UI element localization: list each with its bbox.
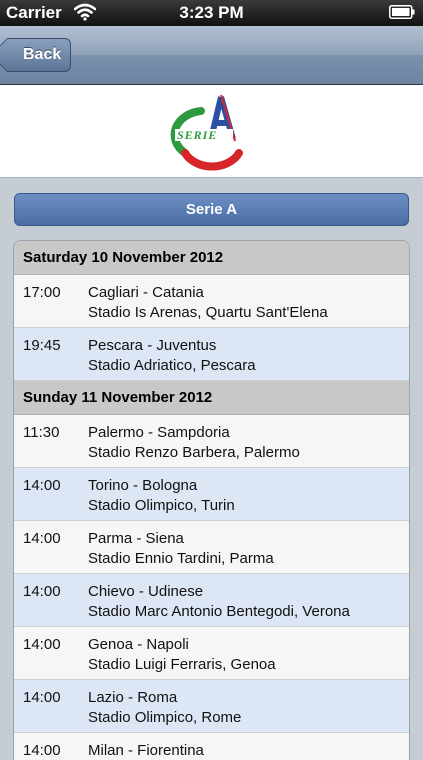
day-header: Saturday 10 November 2012: [14, 241, 409, 275]
match-teams: Parma - Siena: [88, 530, 184, 547]
match-time: 11:30: [23, 424, 60, 441]
svg-text:SERIE: SERIE: [177, 128, 217, 142]
match-time: 17:00: [23, 284, 61, 301]
match-venue: Stadio Luigi Ferraris, Genoa: [88, 656, 276, 673]
back-arrow-shape: [0, 38, 24, 72]
navigation-bar: Back: [0, 26, 423, 85]
match-row[interactable]: 14:00 Genoa - Napoli Stadio Luigi Ferrar…: [14, 627, 409, 680]
match-teams: Torino - Bologna: [88, 477, 198, 494]
match-time: 14:00: [23, 477, 61, 494]
match-time: 19:45: [23, 337, 61, 354]
match-venue: Stadio Olimpico, Turin: [88, 497, 235, 514]
match-teams: Palermo - Sampdoria: [88, 424, 230, 441]
match-venue: Stadio Marc Antonio Bentegodi, Verona: [88, 603, 350, 620]
battery-icon: [389, 5, 415, 19]
match-row[interactable]: 14:00 Lazio - Roma Stadio Olimpico, Rome: [14, 680, 409, 733]
match-schedule-list[interactable]: Saturday 10 November 2012 17:00 Cagliari…: [13, 240, 410, 760]
match-row[interactable]: 19:45 Pescara - Juventus Stadio Adriatic…: [14, 328, 409, 381]
day-header-label: Saturday 10 November 2012: [23, 249, 224, 266]
match-teams: Milan - Fiorentina: [88, 742, 204, 759]
match-row[interactable]: 14:00 Parma - Siena Stadio Ennio Tardini…: [14, 521, 409, 574]
league-header: SERIE: [0, 85, 423, 178]
match-venue: Stadio Is Arenas, Quartu Sant'Elena: [88, 304, 328, 321]
match-teams: Pescara - Juventus: [88, 337, 217, 354]
match-row[interactable]: 14:00 Milan - Fiorentina: [14, 733, 409, 760]
competition-title-bar: Serie A: [14, 193, 409, 226]
match-row[interactable]: 17:00 Cagliari - Catania Stadio Is Arena…: [14, 275, 409, 328]
match-row[interactable]: 14:00 Chievo - Udinese Stadio Marc Anton…: [14, 574, 409, 627]
match-venue: Stadio Adriatico, Pescara: [88, 357, 256, 374]
serie-a-logo: SERIE: [170, 94, 243, 171]
match-time: 14:00: [23, 636, 61, 653]
match-venue: Stadio Ennio Tardini, Parma: [88, 550, 274, 567]
day-header-label: Sunday 11 November 2012: [23, 389, 213, 406]
match-time: 14:00: [23, 689, 61, 706]
match-teams: Cagliari - Catania: [88, 284, 204, 301]
match-time: 14:00: [23, 742, 61, 759]
match-venue: Stadio Renzo Barbera, Palermo: [88, 444, 300, 461]
match-teams: Lazio - Roma: [88, 689, 178, 706]
match-teams: Genoa - Napoli: [88, 636, 189, 653]
status-time: 3:23 PM: [179, 3, 244, 22]
match-time: 14:00: [23, 530, 61, 547]
competition-title: Serie A: [185, 201, 238, 218]
match-time: 14:00: [23, 583, 61, 600]
back-button[interactable]: Back: [0, 38, 71, 72]
back-button-label: Back: [23, 46, 62, 63]
match-venue: Stadio Olimpico, Rome: [88, 709, 242, 726]
match-row[interactable]: 11:30 Palermo - Sampdoria Stadio Renzo B…: [14, 415, 409, 468]
match-row[interactable]: 14:00 Torino - Bologna Stadio Olimpico, …: [14, 468, 409, 521]
status-bar: Carrier 3:23 PM: [0, 0, 423, 26]
match-teams: Chievo - Udinese: [88, 583, 204, 600]
day-header: Sunday 11 November 2012: [14, 381, 409, 415]
